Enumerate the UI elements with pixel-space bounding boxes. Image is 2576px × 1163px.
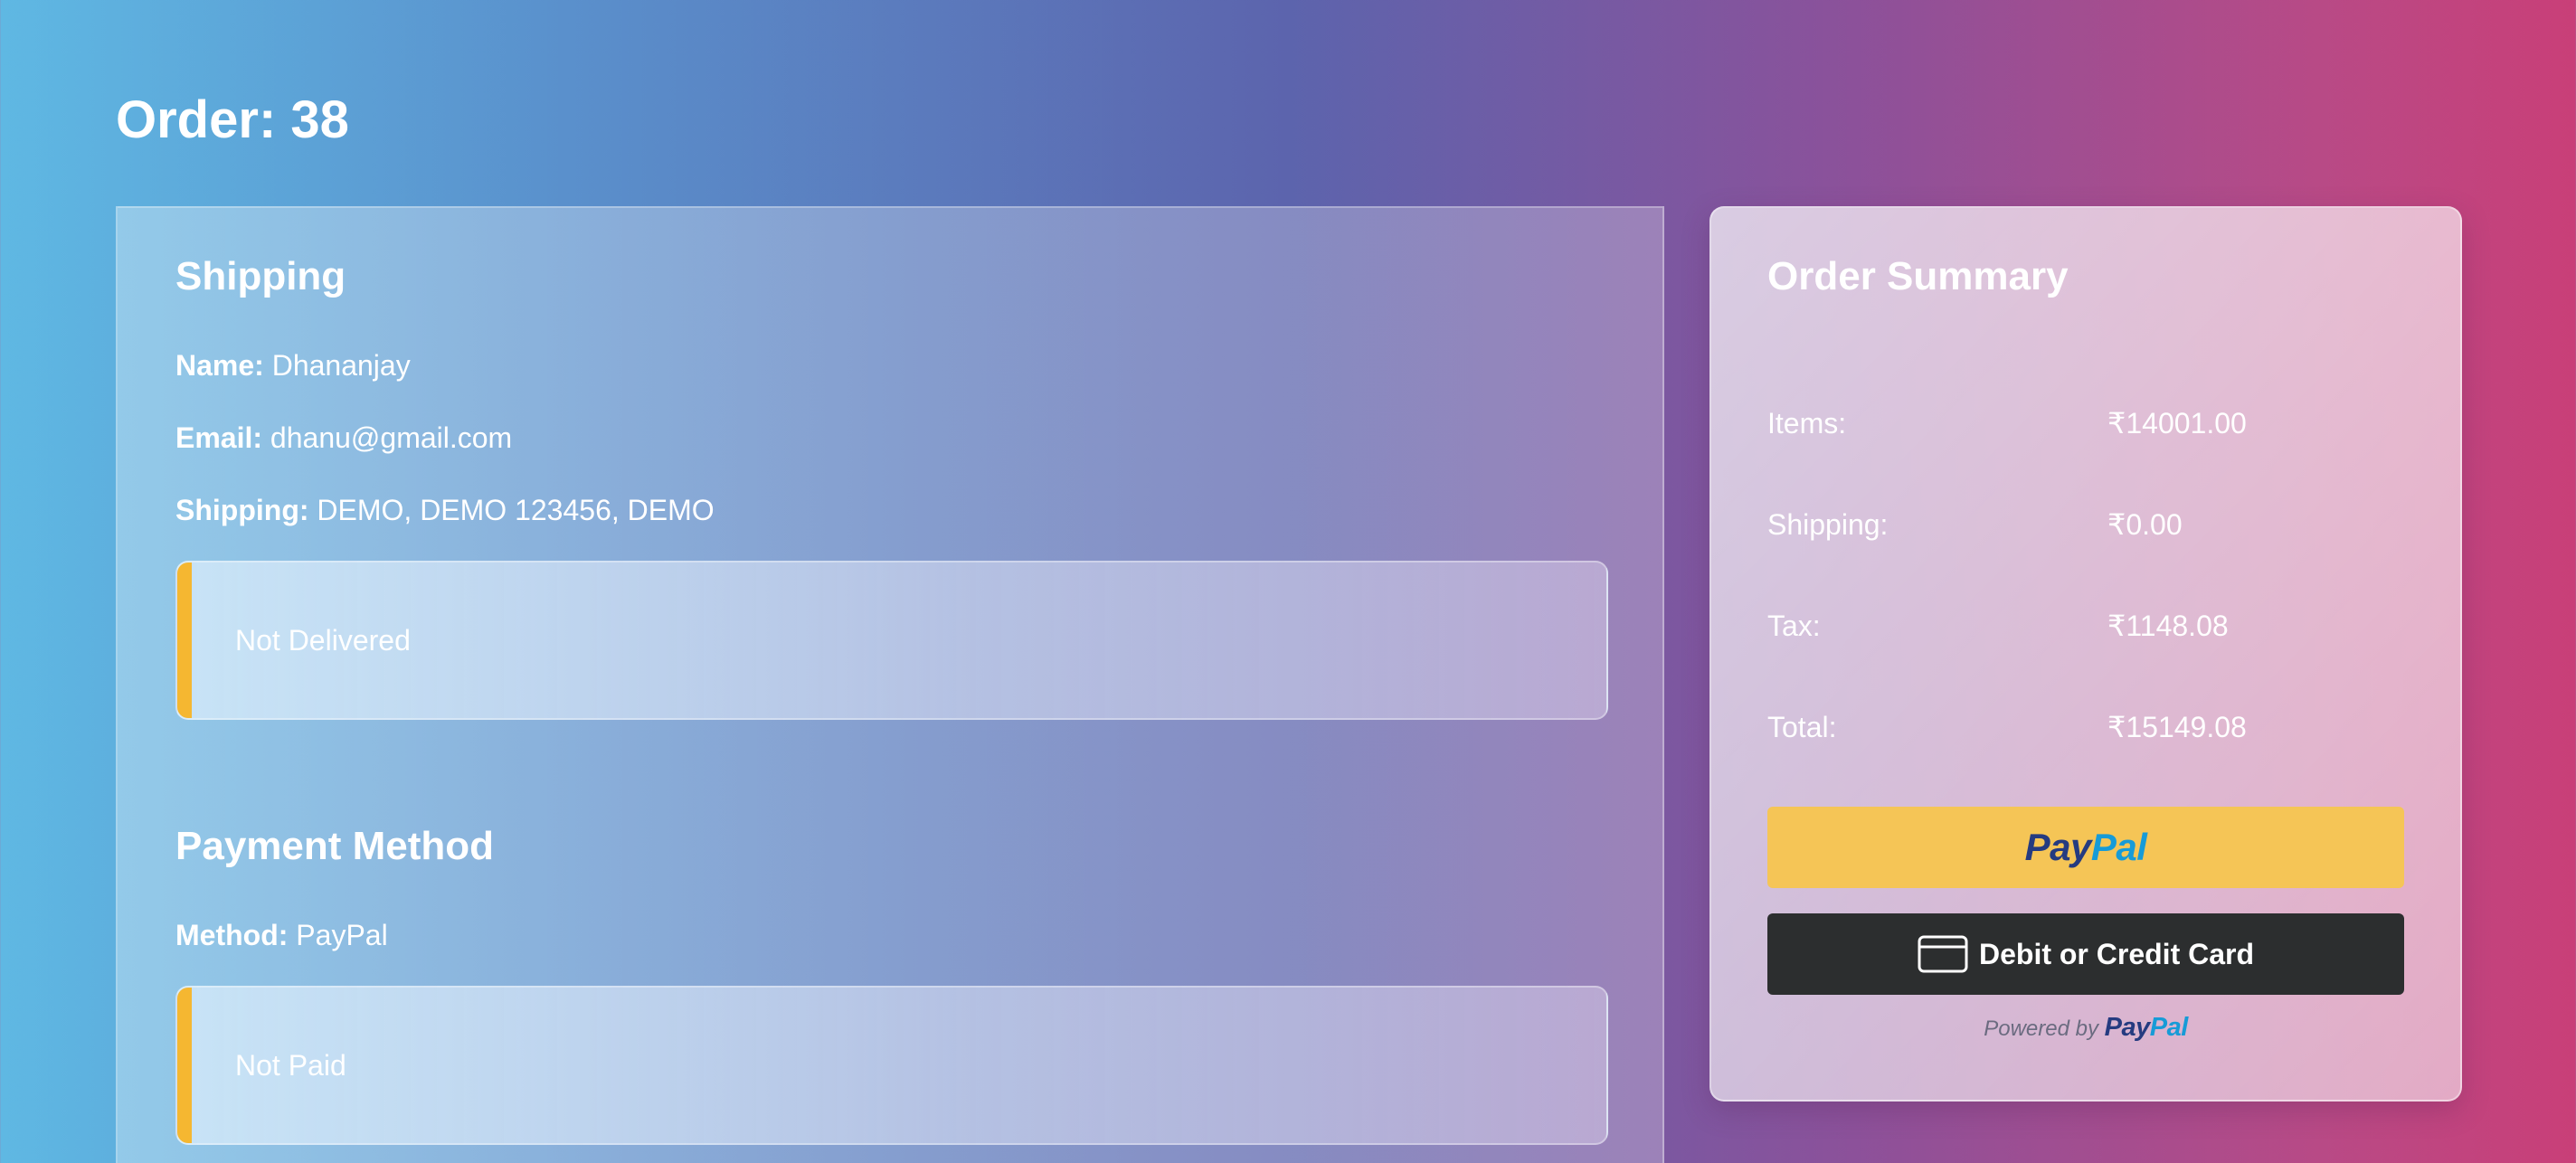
summary-tax-value: ₹1148.08 xyxy=(2107,610,2229,642)
summary-total-label: Total: xyxy=(1767,711,1837,743)
payment-method-line: Method: PayPal xyxy=(175,917,388,953)
order-summary-card: Order Summary Items: ₹14001.00 Shipping:… xyxy=(1709,206,2462,1102)
payment-method-label: Method: xyxy=(175,919,289,951)
shipping-email-value: dhanu@gmail.com xyxy=(270,421,513,454)
powered-by-paypal-logo: PayPal xyxy=(2104,1013,2189,1042)
summary-items-value: ₹14001.00 xyxy=(2107,407,2247,440)
powered-by-text: Powered by xyxy=(1984,1016,2098,1041)
summary-shipping-label: Shipping: xyxy=(1767,508,1889,541)
paypal-logo-pay: Pay xyxy=(2024,826,2092,868)
summary-tax-label: Tax: xyxy=(1767,610,1821,642)
paypal-logo-pal: Pal xyxy=(2090,826,2147,868)
shipping-email-label: Email: xyxy=(175,421,263,454)
summary-shipping-value: ₹0.00 xyxy=(2107,508,2183,541)
shipping-name-value: Dhananjay xyxy=(271,349,411,382)
shipping-name-label: Name: xyxy=(175,349,264,382)
payment-method-heading: Payment Method xyxy=(175,824,495,868)
summary-row-items: Items: ₹14001.00 xyxy=(1767,405,2401,441)
credit-card-icon xyxy=(1918,935,1968,973)
shipping-heading: Shipping xyxy=(175,254,346,298)
page-title: Order: 38 xyxy=(116,90,349,149)
shipping-email-line: Email: dhanu@gmail.com xyxy=(175,420,512,456)
delivery-status-text: Not Delivered xyxy=(235,624,411,657)
payment-status-alert: Not Paid xyxy=(175,986,1608,1145)
summary-total-value: ₹15149.08 xyxy=(2107,711,2247,743)
delivery-status-alert: Not Delivered xyxy=(175,561,1608,720)
order-summary-heading: Order Summary xyxy=(1767,254,2069,298)
summary-row-tax: Tax: ₹1148.08 xyxy=(1767,608,2401,644)
summary-row-shipping: Shipping: ₹0.00 xyxy=(1767,506,2401,543)
payment-method-value: PayPal xyxy=(296,919,388,951)
summary-row-total: Total: ₹15149.08 xyxy=(1767,709,2401,745)
powered-by-paypal: Powered by PayPal xyxy=(1767,1011,2404,1045)
paypal-logo: PayPal xyxy=(2025,826,2147,869)
order-details-panel: Shipping Name: Dhananjay Email: dhanu@gm… xyxy=(116,206,1664,1163)
debit-credit-card-button[interactable]: Debit or Credit Card xyxy=(1767,913,2404,995)
paypal-checkout-button[interactable]: PayPal xyxy=(1767,807,2404,888)
card-button-label: Debit or Credit Card xyxy=(1978,938,2255,970)
shipping-name-line: Name: Dhananjay xyxy=(175,347,411,383)
payment-status-text: Not Paid xyxy=(235,1049,346,1082)
powered-by-logo-pal: Pal xyxy=(2149,1013,2189,1042)
summary-items-label: Items: xyxy=(1767,407,1847,440)
powered-by-logo-pay: Pay xyxy=(2104,1013,2151,1042)
shipping-address-line: Shipping: DEMO, DEMO 123456, DEMO xyxy=(175,492,715,528)
shipping-address-value: DEMO, DEMO 123456, DEMO xyxy=(317,494,715,526)
shipping-address-label: Shipping: xyxy=(175,494,309,526)
